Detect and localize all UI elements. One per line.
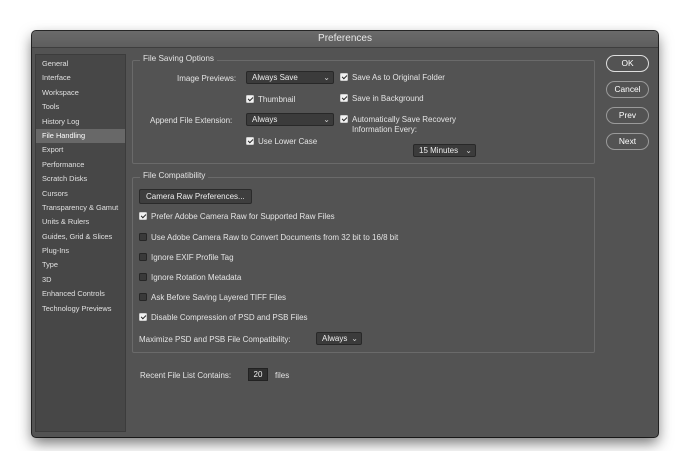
sidebar-item-general[interactable]: General [36,57,125,71]
sidebar: General Interface Workspace Tools Histor… [35,54,126,432]
lower-case-label: Use Lower Case [258,137,318,146]
dialog-title: Preferences [32,31,658,48]
ignore-rotation-label: Ignore Rotation Metadata [151,273,242,282]
auto-save-checkbox[interactable]: Automatically Save Recovery [340,115,456,125]
ignore-rotation-checkbox[interactable]: Ignore Rotation Metadata [139,273,241,283]
checkbox-icon [246,95,254,103]
maximize-compatibility-value: Always [322,334,348,343]
ignore-exif-checkbox[interactable]: Ignore EXIF Profile Tag [139,253,234,263]
save-original-folder-label: Save As to Original Folder [352,73,445,82]
thumbnail-checkbox[interactable]: Thumbnail [246,95,295,105]
auto-save-label-line2: Information Every: [352,125,417,134]
image-previews-value: Always Save [252,73,298,82]
recent-files-unit: files [275,371,290,380]
image-previews-label: Image Previews: [177,74,237,83]
prefer-camera-raw-label: Prefer Adobe Camera Raw for Supported Ra… [151,212,335,221]
recent-files-label: Recent File List Contains: [140,371,232,380]
file-saving-legend: File Saving Options [140,54,217,63]
sidebar-item-export[interactable]: Export [36,143,125,157]
camera-raw-preferences-button[interactable]: Camera Raw Preferences... [139,189,252,204]
maximize-compatibility-label: Maximize PSD and PSB File Compatibility: [139,335,291,344]
sidebar-list: General Interface Workspace Tools Histor… [36,55,125,316]
preferences-dialog: Preferences General Interface Workspace … [32,31,658,437]
sidebar-item-scratch-disks[interactable]: Scratch Disks [36,172,125,186]
checkbox-icon [139,212,147,220]
sidebar-item-guides-grid-slices[interactable]: Guides, Grid & Slices [36,230,125,244]
checkbox-icon [340,73,348,81]
prev-button[interactable]: Prev [606,107,649,124]
prefer-camera-raw-checkbox[interactable]: Prefer Adobe Camera Raw for Supported Ra… [139,212,335,222]
recent-files-input[interactable]: 20 [248,368,268,381]
camera-raw-convert-checkbox[interactable]: Use Adobe Camera Raw to Convert Document… [139,233,398,243]
ask-layered-tiff-checkbox[interactable]: Ask Before Saving Layered TIFF Files [139,293,286,303]
ok-button[interactable]: OK [606,55,649,72]
sidebar-item-units-rulers[interactable]: Units & Rulers [36,215,125,229]
save-background-label: Save in Background [352,94,424,103]
checkbox-icon [139,233,147,241]
chevron-down-icon: ⌄ [351,334,358,343]
sidebar-item-file-handling[interactable]: File Handling [36,128,125,144]
append-extension-label: Append File Extension: [150,116,233,125]
camera-raw-convert-label: Use Adobe Camera Raw to Convert Document… [151,233,399,242]
sidebar-item-interface[interactable]: Interface [36,71,125,85]
append-extension-select[interactable]: Always ⌄ [246,113,334,126]
chevron-down-icon: ⌄ [323,73,330,82]
checkbox-icon [340,94,348,102]
sidebar-item-history-log[interactable]: History Log [36,115,125,129]
checkbox-icon [139,273,147,281]
maximize-compatibility-select[interactable]: Always ⌄ [316,332,362,345]
sidebar-item-performance[interactable]: Performance [36,158,125,172]
auto-save-interval-value: 15 Minutes [419,146,459,155]
checkbox-icon [139,253,147,261]
checkbox-icon [340,115,348,123]
file-compatibility-legend: File Compatibility [140,171,209,180]
sidebar-item-3d[interactable]: 3D [36,273,125,287]
auto-save-label-line1: Automatically Save Recovery [352,115,457,124]
sidebar-item-technology-previews[interactable]: Technology Previews [36,302,125,316]
ignore-exif-label: Ignore EXIF Profile Tag [151,253,234,262]
cancel-button[interactable]: Cancel [606,81,649,98]
checkbox-icon [139,293,147,301]
sidebar-item-enhanced-controls[interactable]: Enhanced Controls [36,287,125,301]
auto-save-interval-select[interactable]: 15 Minutes ⌄ [413,144,476,157]
append-extension-value: Always [252,115,278,124]
sidebar-item-workspace[interactable]: Workspace [36,86,125,100]
sidebar-item-tools[interactable]: Tools [36,100,125,114]
sidebar-item-transparency-gamut[interactable]: Transparency & Gamut [36,201,125,215]
lower-case-checkbox[interactable]: Use Lower Case [246,137,317,147]
disable-compression-checkbox[interactable]: Disable Compression of PSD and PSB Files [139,313,308,323]
save-background-checkbox[interactable]: Save in Background [340,94,424,104]
chevron-down-icon: ⌄ [323,115,330,124]
disable-compression-label: Disable Compression of PSD and PSB Files [151,313,308,322]
checkbox-icon [139,313,147,321]
next-button[interactable]: Next [606,133,649,150]
ask-layered-tiff-label: Ask Before Saving Layered TIFF Files [151,293,287,302]
sidebar-item-plug-ins[interactable]: Plug-Ins [36,244,125,258]
sidebar-item-type[interactable]: Type [36,258,125,272]
chevron-down-icon: ⌄ [465,146,472,155]
thumbnail-label: Thumbnail [258,95,296,104]
sidebar-item-cursors[interactable]: Cursors [36,187,125,201]
checkbox-icon [246,137,254,145]
save-original-folder-checkbox[interactable]: Save As to Original Folder [340,73,445,83]
image-previews-select[interactable]: Always Save ⌄ [246,71,334,84]
